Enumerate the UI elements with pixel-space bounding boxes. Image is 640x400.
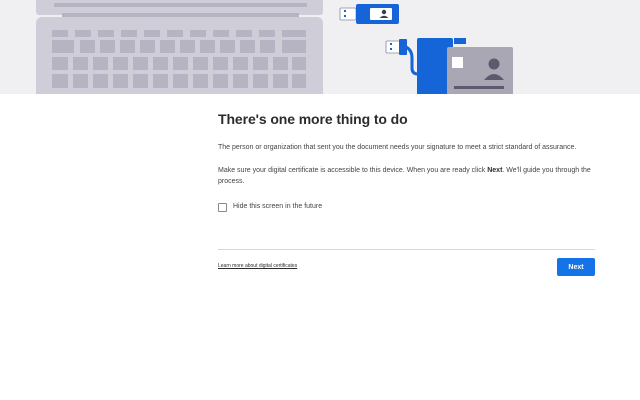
footer-divider [218,249,595,250]
hide-screen-label[interactable]: Hide this screen in the future [233,202,322,212]
hide-screen-option[interactable]: Hide this screen in the future [218,202,595,212]
assurance-description: The person or organization that sent you… [218,144,577,151]
id-card-icon [447,47,513,94]
dialog-content: There's one more thing to do The person … [218,94,595,276]
instructions-next-emphasis: Next [487,167,503,174]
hero-illustration [0,0,640,94]
signing-dialog-page: There's one more thing to do The person … [0,0,640,400]
next-button[interactable]: Next [557,258,595,276]
certificate-instructions: Make sure your digital certificate is ac… [218,165,595,187]
illustration-svg [36,0,513,94]
instructions-text-start: Make sure your digital certificate is ac… [218,167,488,174]
dialog-title: There's one more thing to do [218,111,408,127]
laptop-icon [36,0,323,94]
learn-more-link[interactable]: Learn more about digital certificates [218,262,297,270]
hide-screen-checkbox[interactable] [218,202,227,212]
usb-card-icon [339,4,399,24]
